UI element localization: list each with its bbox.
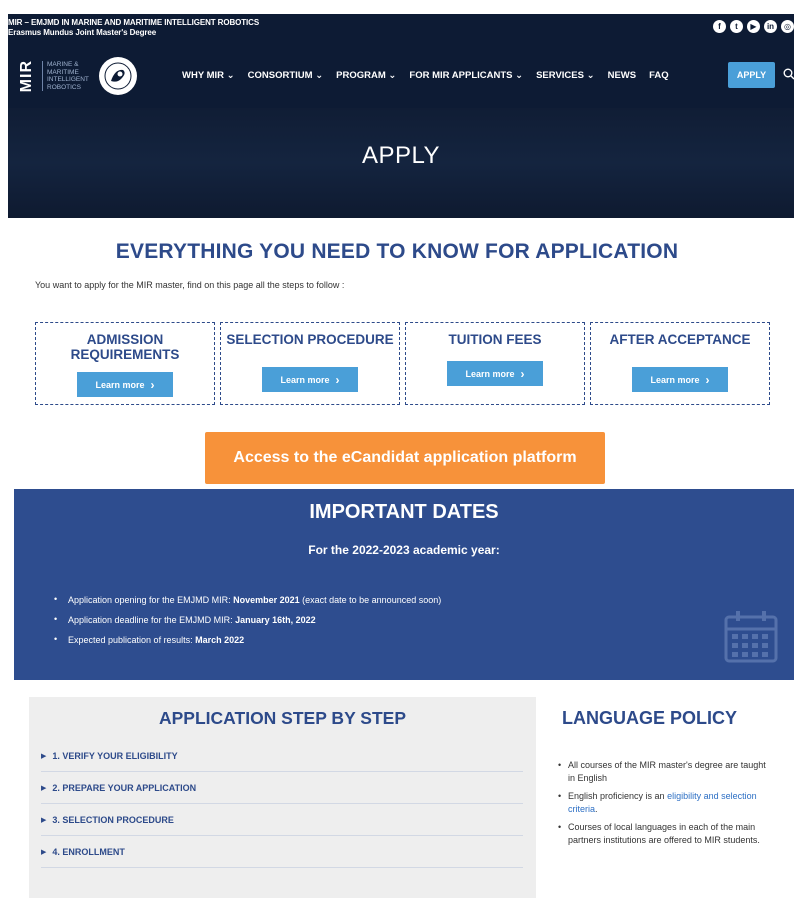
- caret-right-icon: ▶: [41, 784, 47, 792]
- nav-why-mir[interactable]: WHY MIR ⌄: [182, 70, 235, 81]
- caret-right-icon: ▶: [41, 752, 47, 760]
- page-title: APPLY: [361, 142, 441, 169]
- learn-more-button[interactable]: Learn more ›: [632, 367, 728, 392]
- card-title: SELECTION PROCEDURE: [226, 332, 394, 347]
- dates-subheading: For the 2022-2023 academic year:: [308, 543, 500, 557]
- nav-faq[interactable]: FAQ: [649, 70, 669, 81]
- caret-right-icon: ▶: [41, 816, 47, 824]
- step-verify-eligibility[interactable]: ▶ 1. VERIFY YOUR ELIGIBILITY: [41, 740, 523, 772]
- logo-text: MARINE & MARITIME INTELLIGENT ROBOTICS: [42, 61, 89, 91]
- site-tagline: MIR – EMJMD IN MARINE AND MARITIME INTEL…: [8, 18, 259, 38]
- chevron-right-icon: ›: [150, 377, 155, 392]
- important-dates-section: IMPORTANT DATES For the 2022-2023 academ…: [14, 489, 794, 680]
- hero-banner: APPLY: [8, 108, 794, 218]
- language-item: English proficiency is an eligibility an…: [556, 790, 774, 816]
- intro-text: You want to apply for the MIR master, fi…: [35, 280, 345, 290]
- top-bar: MIR – EMJMD IN MARINE AND MARITIME INTEL…: [8, 14, 794, 44]
- dates-list: Application opening for the EMJMD MIR: N…: [54, 594, 441, 655]
- nav-services[interactable]: SERVICES ⌄: [536, 70, 594, 81]
- site-logo[interactable]: MIR MARINE & MARITIME INTELLIGENT ROBOTI…: [18, 56, 137, 96]
- step-enrollment[interactable]: ▶ 4. ENROLLMENT: [41, 836, 523, 868]
- tagline-line-1: MIR – EMJMD IN MARINE AND MARITIME INTEL…: [8, 18, 260, 27]
- chevron-right-icon: ›: [705, 372, 710, 387]
- twitter-icon[interactable]: t: [730, 20, 743, 33]
- nav-news[interactable]: NEWS: [608, 70, 637, 81]
- language-policy-section: LANGUAGE POLICY All courses of the MIR m…: [556, 697, 794, 852]
- instagram-icon[interactable]: ◎: [781, 20, 794, 33]
- language-item: All courses of the MIR master's degree a…: [556, 759, 774, 785]
- card-title: AFTER ACCEPTANCE: [609, 332, 751, 347]
- tagline-line-2: Erasmus Mundus Joint Master's Degree: [8, 28, 157, 37]
- card-title: TUITION FEES: [448, 332, 542, 347]
- chevron-right-icon: ›: [335, 372, 340, 387]
- language-list: All courses of the MIR master's degree a…: [556, 759, 794, 847]
- social-links: f t ▶ in ◎: [713, 20, 794, 33]
- card-tuition-fees: TUITION FEES Learn more ›: [405, 322, 585, 405]
- nav-menu: WHY MIR ⌄ CONSORTIUM ⌄ PROGRAM ⌄ FOR MIR…: [182, 70, 669, 81]
- steps-accordion: ▶ 1. VERIFY YOUR ELIGIBILITY ▶ 2. PREPARE …: [41, 740, 523, 868]
- linkedin-icon[interactable]: in: [764, 20, 777, 33]
- youtube-icon[interactable]: ▶: [747, 20, 760, 33]
- site-header: MIR – EMJMD IN MARINE AND MARITIME INTEL…: [8, 14, 794, 218]
- caret-right-icon: ▶: [41, 848, 47, 856]
- card-title: ADMISSION REQUIREMENTS: [70, 332, 180, 362]
- date-item-deadline: Application deadline for the EMJMD MIR: …: [54, 614, 441, 625]
- info-cards: ADMISSION REQUIREMENTS Learn more › SELECT…: [35, 322, 770, 405]
- card-after-acceptance: AFTER ACCEPTANCE Learn more ›: [590, 322, 770, 405]
- nav-for-mir-applicants[interactable]: FOR MIR APPLICANTS ⌄: [409, 70, 523, 81]
- card-selection-procedure: SELECTION PROCEDURE Learn more ›: [220, 322, 400, 405]
- ecandidat-platform-button[interactable]: Access to the eCandidat application plat…: [205, 432, 605, 484]
- date-item-results: Expected publication of results: March 2…: [54, 634, 441, 645]
- step-selection-procedure[interactable]: ▶ 3. SELECTION PROCEDURE: [41, 804, 523, 836]
- nav-program[interactable]: PROGRAM ⌄: [336, 70, 396, 81]
- date-item-opening: Application opening for the EMJMD MIR: N…: [54, 594, 441, 605]
- calendar-icon: [722, 607, 780, 670]
- language-item: Courses of local languages in each of th…: [556, 821, 774, 847]
- application-steps-section: APPLICATION STEP BY STEP ▶ 1. VERIFY YOUR…: [29, 697, 536, 898]
- nav-consortium[interactable]: CONSORTIUM ⌄: [248, 70, 324, 81]
- card-admission-requirements: ADMISSION REQUIREMENTS Learn more ›: [35, 322, 215, 405]
- learn-more-button[interactable]: Learn more ›: [447, 361, 543, 386]
- main-navbar: MIR MARINE & MARITIME INTELLIGENT ROBOTI…: [8, 44, 794, 108]
- logo-mark: MIR: [18, 59, 35, 93]
- language-heading: LANGUAGE POLICY: [562, 708, 738, 728]
- facebook-icon[interactable]: f: [713, 20, 726, 33]
- steps-heading: APPLICATION STEP BY STEP: [159, 708, 406, 728]
- learn-more-button[interactable]: Learn more ›: [262, 367, 358, 392]
- search-icon[interactable]: [783, 67, 794, 85]
- logo-emblem-icon: [98, 57, 137, 95]
- dates-heading: IMPORTANT DATES: [309, 501, 499, 523]
- apply-button[interactable]: APPLY: [728, 62, 775, 88]
- chevron-right-icon: ›: [520, 366, 525, 381]
- step-prepare-application[interactable]: ▶ 2. PREPARE YOUR APPLICATION: [41, 772, 523, 804]
- learn-more-button[interactable]: Learn more ›: [77, 372, 173, 397]
- intro-heading: EVERYTHING YOU NEED TO KNOW FOR APPLICAT…: [115, 240, 679, 263]
